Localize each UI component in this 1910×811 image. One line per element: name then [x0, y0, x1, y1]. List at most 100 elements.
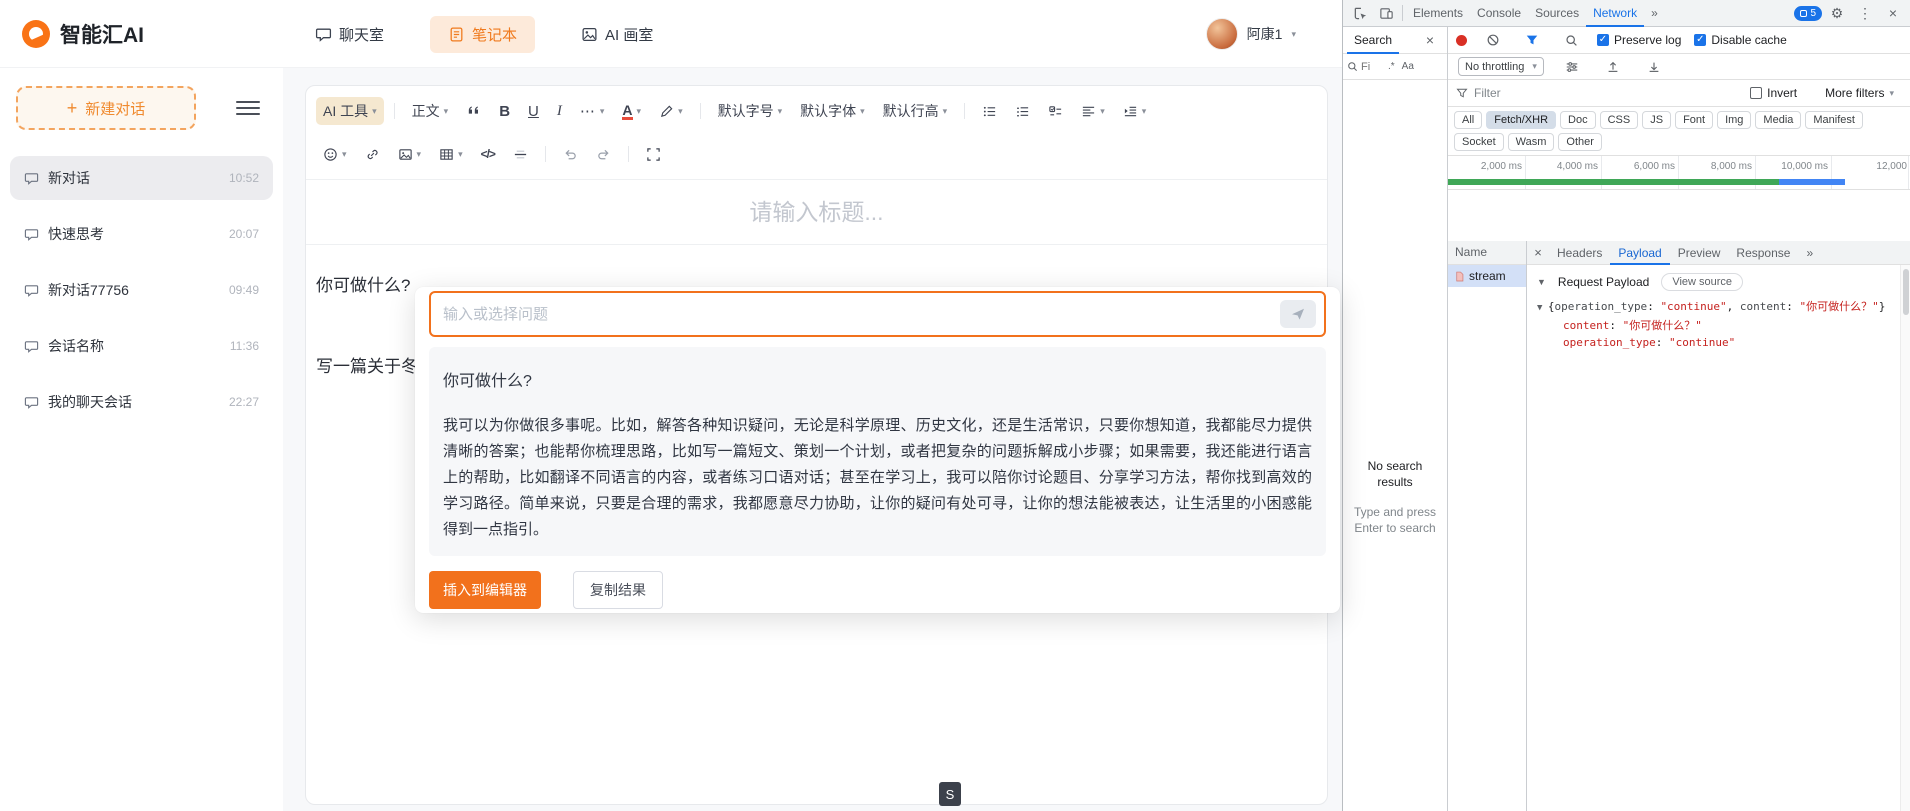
tab-preview[interactable]: Preview [1670, 241, 1729, 265]
search-input[interactable] [1361, 60, 1383, 73]
document-title-area[interactable]: 请输入标题... [306, 180, 1327, 244]
network-search-button[interactable] [1558, 27, 1584, 53]
record-button[interactable] [1456, 34, 1467, 46]
bold-button[interactable]: B [492, 97, 517, 125]
nav-item-notebook[interactable]: 笔记本 [430, 15, 536, 53]
image-dropdown[interactable]: ▾ [391, 140, 429, 168]
chat-list-item[interactable]: 新对话77756 09:49 [10, 268, 273, 312]
tab-elements[interactable]: Elements [1406, 0, 1470, 27]
blockquote-button[interactable] [459, 97, 488, 125]
vertical-scrollbar[interactable] [1900, 265, 1910, 811]
caret-down-icon[interactable]: ▼ [1537, 277, 1546, 287]
redo-button[interactable] [589, 140, 618, 168]
table-dropdown[interactable]: ▾ [432, 140, 470, 168]
match-case-toggle[interactable]: Aa [1400, 60, 1416, 73]
filter-chip[interactable]: Manifest [1805, 111, 1863, 129]
filter-toggle-button[interactable] [1519, 27, 1545, 53]
network-overview-timeline[interactable]: 2,000 ms 4,000 ms 6,000 ms 8,000 ms 10,0… [1448, 156, 1910, 190]
disable-cache-checkbox[interactable]: ✓ Disable cache [1694, 33, 1787, 47]
ordered-list-button[interactable] [1008, 97, 1037, 125]
section-label: Request Payload [1557, 275, 1650, 289]
preserve-log-checkbox[interactable]: ✓ Preserve log [1597, 33, 1681, 47]
ai-tools-button[interactable]: AI 工具 ▾ [316, 97, 384, 125]
send-button[interactable] [1280, 300, 1316, 328]
tab-sources[interactable]: Sources [1528, 0, 1586, 27]
name-column-header[interactable]: Name [1448, 241, 1526, 265]
copy-result-button[interactable]: 复制结果 [573, 571, 663, 609]
nav-item-chatroom[interactable]: 聊天室 [305, 16, 394, 53]
close-details-icon[interactable]: × [1527, 245, 1549, 260]
checklist-button[interactable] [1041, 97, 1070, 125]
emoji-dropdown[interactable]: ▾ [316, 140, 354, 168]
collapse-sidebar-button[interactable] [236, 96, 260, 120]
filter-chip[interactable]: Media [1755, 111, 1802, 129]
undo-button[interactable] [556, 140, 585, 168]
request-row-stream[interactable]: stream [1448, 265, 1526, 287]
line-height-dropdown[interactable]: 默认行高 ▾ [876, 97, 955, 125]
filter-chip-active[interactable]: Fetch/XHR [1486, 111, 1557, 129]
more-filters-dropdown[interactable]: More filters ▾ [1825, 86, 1894, 100]
fullscreen-button[interactable] [639, 140, 668, 168]
close-devtools-icon[interactable]: × [1880, 0, 1906, 26]
code-block-button[interactable]: </> [474, 140, 502, 168]
json-punct: } [1878, 300, 1886, 313]
tab-network[interactable]: Network [1586, 0, 1644, 27]
new-chat-button[interactable]: + 新建对话 [16, 86, 196, 130]
text-color-dropdown[interactable]: A ▾ [615, 97, 648, 125]
inspect-element-button[interactable] [1347, 0, 1373, 26]
network-conditions-button[interactable] [1559, 54, 1585, 80]
user-menu[interactable]: 阿康1 ▾ [1205, 0, 1296, 68]
filter-chip[interactable]: Socket [1454, 133, 1504, 151]
regex-toggle[interactable]: .* [1386, 60, 1397, 73]
tab-response[interactable]: Response [1728, 241, 1798, 265]
json-summary-line[interactable]: ▼ {operation_type: "continue", content: … [1537, 298, 1910, 317]
result-body: 我可以为你做很多事呢。比如，解答各种知识疑问，无论是科学原理、历史文化，还是生活… [443, 417, 1312, 538]
kebab-menu-icon[interactable]: ⋮ [1852, 0, 1878, 26]
indent-dropdown[interactable]: ▾ [1116, 97, 1154, 125]
tab-headers[interactable]: Headers [1549, 241, 1610, 265]
scrollbar-thumb[interactable] [1902, 269, 1909, 315]
bullet-list-button[interactable] [975, 97, 1004, 125]
chat-list-item[interactable]: 会话名称 11:36 [10, 324, 273, 368]
import-har-button[interactable] [1600, 54, 1626, 80]
chat-list-item[interactable]: 我的聊天会话 22:27 [10, 380, 273, 424]
question-input[interactable] [443, 293, 1272, 335]
filter-chip[interactable]: Wasm [1507, 133, 1555, 151]
settings-gear-icon[interactable]: ⚙ [1824, 0, 1850, 26]
divider-button[interactable] [506, 140, 535, 168]
italic-button[interactable]: I [550, 97, 569, 125]
filter-chip[interactable]: JS [1642, 111, 1672, 129]
more-formats-dropdown[interactable]: ⋯ ▾ [573, 97, 612, 125]
clear-log-button[interactable] [1480, 27, 1506, 53]
chat-list-item[interactable]: 快速思考 20:07 [10, 212, 273, 256]
underline-button[interactable]: U [521, 97, 546, 125]
view-source-button[interactable]: View source [1661, 273, 1744, 291]
filter-chip[interactable]: Doc [1560, 111, 1596, 129]
nav-item-studio[interactable]: AI 画室 [571, 16, 663, 53]
filter-chip[interactable]: Other [1558, 133, 1602, 151]
throttling-select[interactable]: No throttling ▾ [1458, 57, 1544, 76]
insert-to-editor-button[interactable]: 插入到编辑器 [429, 571, 541, 609]
tab-search[interactable]: Search [1347, 27, 1399, 54]
font-family-dropdown[interactable]: 默认字体 ▾ [793, 97, 872, 125]
more-tabs-button[interactable]: » [1644, 0, 1665, 27]
tab-console[interactable]: Console [1470, 0, 1528, 27]
chat-list-item[interactable]: 新对话 10:52 [10, 156, 273, 200]
filter-chip[interactable]: Img [1717, 111, 1752, 129]
filter-chip[interactable]: Font [1675, 111, 1714, 129]
link-button[interactable] [358, 140, 387, 168]
more-detail-tabs-button[interactable]: » [1798, 241, 1821, 265]
paragraph-style-dropdown[interactable]: 正文 ▾ [405, 97, 456, 125]
tab-payload[interactable]: Payload [1610, 241, 1669, 265]
device-toolbar-button[interactable] [1373, 0, 1399, 26]
export-har-button[interactable] [1641, 54, 1667, 80]
align-dropdown[interactable]: ▾ [1074, 97, 1112, 125]
highlight-dropdown[interactable]: ▾ [652, 97, 690, 125]
filter-chip[interactable]: All [1454, 111, 1483, 129]
close-search-icon[interactable]: × [1417, 27, 1443, 53]
invert-checkbox[interactable]: Invert [1750, 86, 1797, 100]
filter-input[interactable] [1474, 86, 1644, 100]
font-size-dropdown[interactable]: 默认字号 ▾ [711, 97, 790, 125]
issues-badge[interactable]: 5 [1794, 5, 1822, 21]
filter-chip[interactable]: CSS [1599, 111, 1639, 129]
